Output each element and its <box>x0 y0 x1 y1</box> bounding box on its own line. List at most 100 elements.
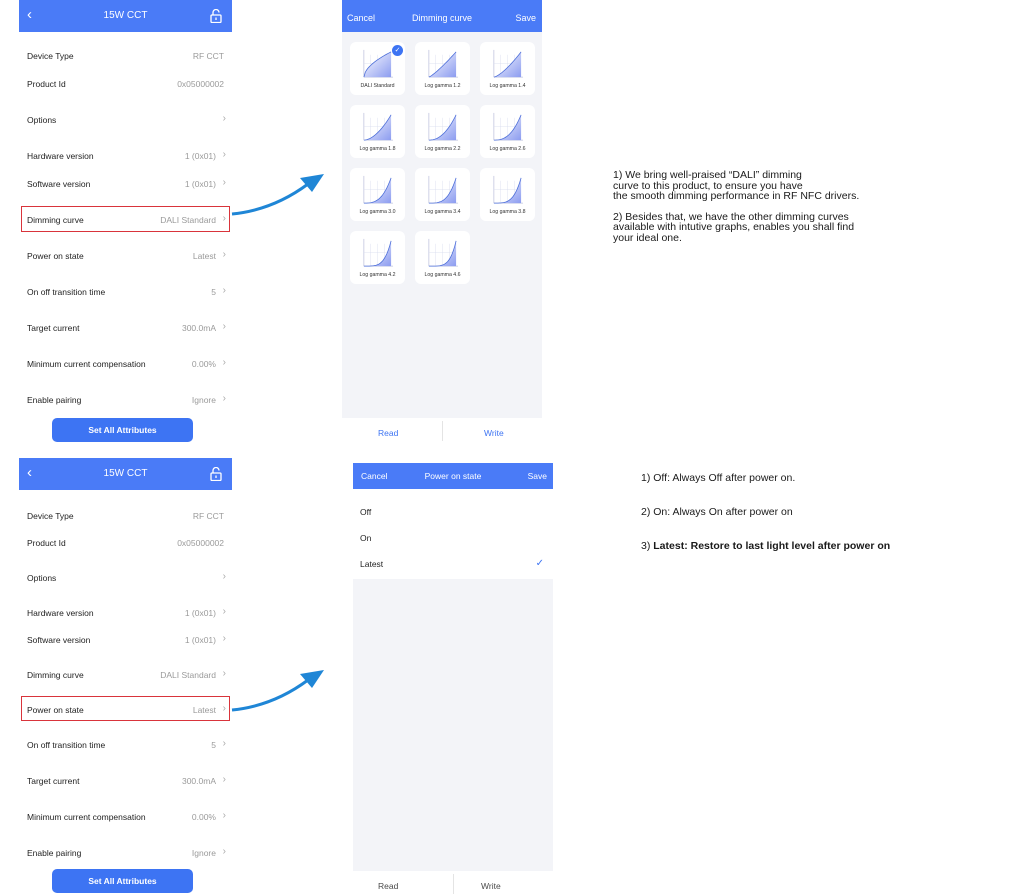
row-target-current[interactable]: Target current 300.0mA › <box>19 318 232 338</box>
settings-title: 15W CCT <box>103 10 148 21</box>
curve-tile-label: Log gamma 4.2 <box>359 272 396 278</box>
write-button[interactable]: Write <box>484 428 504 438</box>
set-all-attributes-button[interactable]: Set All Attributes <box>52 418 193 442</box>
curve-tile[interactable]: Log gamma 3.4 <box>415 168 470 221</box>
row-label: Product Id <box>27 538 66 548</box>
curve-tile[interactable]: Log gamma 1.4 <box>480 42 535 95</box>
row-label: Enable pairing <box>27 395 82 405</box>
dimming-curve-highlight-box <box>21 206 230 232</box>
row-label: On off transition time <box>27 740 106 750</box>
row-hardware-version[interactable]: Hardware version 1 (0x01) › <box>19 603 232 623</box>
row-label: Target current <box>27 776 80 786</box>
chevron-right-icon: › <box>222 738 226 749</box>
row-value: 5 <box>211 287 216 297</box>
row-target-current[interactable]: Target current 300.0mA › <box>19 771 232 791</box>
chevron-right-icon: › <box>222 149 226 160</box>
set-all-attributes-button[interactable]: Set All Attributes <box>52 869 193 893</box>
option-latest[interactable]: Latest <box>360 559 383 569</box>
row-value: 300.0mA <box>181 776 216 786</box>
curve-tile-label: Log gamma 3.4 <box>424 209 461 215</box>
row-label: Device Type <box>27 51 74 61</box>
row-label: Product Id <box>27 79 66 89</box>
power-option-list: Off On Latest ✓ <box>353 489 553 579</box>
option-on[interactable]: On <box>360 533 371 543</box>
curve-tile[interactable]: Log gamma 3.8 <box>480 168 535 221</box>
curved-arrow-icon <box>231 670 324 712</box>
row-enable-pairing[interactable]: Enable pairing Ignore › <box>19 843 232 863</box>
curve-graph-icon <box>428 175 459 204</box>
settings-header: ‹ 15W CCT <box>19 0 232 32</box>
row-label: Dimming curve <box>27 670 84 680</box>
row-value: 1 (0x01) <box>184 151 216 161</box>
power-on-state-highlight-box <box>21 696 230 721</box>
back-chevron-icon[interactable]: ‹ <box>27 0 32 30</box>
row-software-version[interactable]: Software version 1 (0x01) › <box>19 630 232 650</box>
row-options[interactable]: Options › <box>19 110 232 130</box>
row-on-off-transition-time[interactable]: On off transition time 5 › <box>19 735 232 755</box>
row-label: Hardware version <box>27 151 94 161</box>
row-software-version[interactable]: Software version 1 (0x01) › <box>19 174 232 194</box>
curve-tile-label: Log gamma 2.6 <box>489 146 526 152</box>
curve-tile[interactable]: Log gamma 1.8 <box>350 105 405 158</box>
curve-tile[interactable]: Log gamma 2.6 <box>480 105 535 158</box>
row-power-on-state[interactable]: Power on state Latest › <box>19 246 232 266</box>
row-value: 1 (0x01) <box>184 608 216 618</box>
dimming-curve-header: Cancel Dimming curve Save <box>342 0 542 32</box>
curve-tile[interactable]: Log gamma 2.2 <box>415 105 470 158</box>
save-button[interactable]: Save <box>528 463 547 489</box>
chevron-right-icon: › <box>222 249 226 260</box>
row-label: Device Type <box>27 511 74 521</box>
curve-tile[interactable]: Log gamma 4.6 <box>415 231 470 284</box>
desc-spacer <box>613 202 859 212</box>
chevron-right-icon: › <box>222 668 226 679</box>
row-minimum-current-compensation[interactable]: Minimum current compensation 0.00% › <box>19 807 232 827</box>
row-on-off-transition-time[interactable]: On off transition time 5 › <box>19 282 232 302</box>
row-options[interactable]: Options › <box>19 568 232 588</box>
desc-line: the smooth dimming performance in RF NFC… <box>613 190 860 202</box>
curve-tile[interactable]: Log gamma 3.0 <box>350 168 405 221</box>
row-value: 1 (0x01) <box>184 179 216 189</box>
curve-tile[interactable]: Log gamma 1.2 <box>415 42 470 95</box>
curve-tile[interactable]: Log gamma 4.2 <box>350 231 405 284</box>
row-dimming-curve[interactable]: Dimming curve DALI Standard › <box>19 665 232 685</box>
curve-tile-label: Log gamma 1.4 <box>489 83 526 89</box>
chevron-right-icon: › <box>222 321 226 332</box>
dimming-curve-description: 1) We bring well-praised “DALI” dimming … <box>613 170 859 243</box>
desc-line: available with intutive graphs, enables … <box>613 221 855 233</box>
row-label: Minimum current compensation <box>27 812 146 822</box>
curve-graph-icon <box>363 49 394 78</box>
chevron-right-icon: › <box>222 571 226 582</box>
desc-item-on: 2) On: Always On after power on <box>641 506 793 518</box>
unlock-icon[interactable] <box>210 467 222 481</box>
row-enable-pairing[interactable]: Enable pairing Ignore › <box>19 390 232 410</box>
curve-tile-label: Log gamma 1.2 <box>424 83 461 89</box>
row-device-type: Device Type RF CCT <box>19 506 232 526</box>
row-value: 0x05000002 <box>177 79 224 89</box>
row-product-id: Product Id 0x05000002 <box>19 74 232 94</box>
write-button[interactable]: Write <box>481 881 501 891</box>
row-minimum-current-compensation[interactable]: Minimum current compensation 0.00% › <box>19 354 232 374</box>
curve-tile[interactable]: DALI Standard ✓ <box>350 42 405 95</box>
desc-item-prefix: 3) <box>641 540 654 552</box>
back-chevron-icon[interactable]: ‹ <box>27 458 32 488</box>
desc-line: 1) We bring well-praised “DALI” dimming <box>613 169 802 181</box>
checkmark-icon: ✓ <box>392 45 403 56</box>
chevron-right-icon: › <box>222 357 226 368</box>
row-value: 1 (0x01) <box>184 635 216 645</box>
option-off[interactable]: Off <box>360 507 371 517</box>
row-value: DALI Standard <box>160 670 216 680</box>
chevron-right-icon: › <box>222 774 226 785</box>
row-value: 300.0mA <box>181 323 216 333</box>
chevron-right-icon: › <box>222 606 226 617</box>
chevron-right-icon: › <box>222 846 226 857</box>
read-button[interactable]: Read <box>378 428 398 438</box>
read-button[interactable]: Read <box>378 881 398 891</box>
save-button[interactable]: Save <box>515 0 536 36</box>
row-label: Enable pairing <box>27 848 82 858</box>
row-label: Software version <box>27 635 91 645</box>
unlock-icon[interactable] <box>210 9 222 23</box>
curve-graph-icon <box>363 175 394 204</box>
desc-item-off: 1) Off: Always Off after power on. <box>641 472 796 484</box>
row-hardware-version[interactable]: Hardware version 1 (0x01) › <box>19 146 232 166</box>
row-label: Target current <box>27 323 80 333</box>
